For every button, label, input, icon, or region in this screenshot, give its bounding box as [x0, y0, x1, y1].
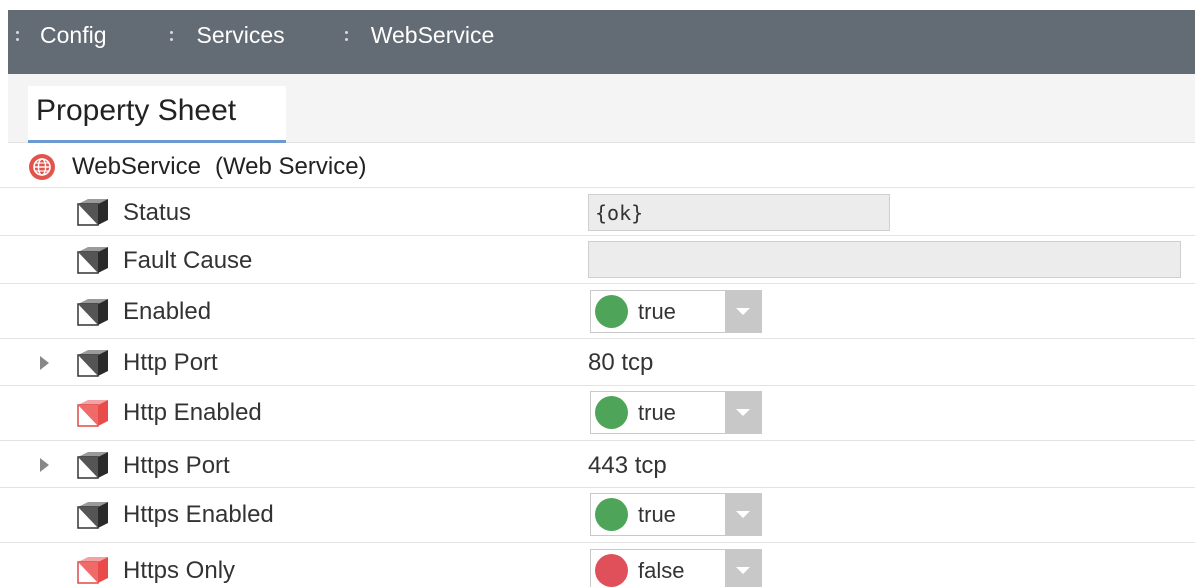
cube-gray-icon [77, 350, 108, 377]
true-status-dot-icon [595, 295, 628, 328]
object-header[interactable]: WebService (Web Service) [0, 146, 1195, 188]
property-row-status: Status {ok} [0, 189, 1195, 236]
cube-red-icon [77, 400, 108, 427]
breadcrumb-label: Config [40, 21, 107, 48]
chevron-down-icon[interactable] [725, 550, 761, 587]
fault-cause-field [588, 241, 1181, 278]
select-value: true [638, 298, 676, 324]
property-row-https-only: Https Only false [0, 543, 1195, 587]
cube-gray-icon [77, 502, 108, 529]
property-row-http-enabled: Http Enabled true [0, 386, 1195, 441]
select-value: true [638, 501, 676, 527]
breadcrumb-item-webservice[interactable]: WebService [333, 21, 495, 48]
https-port-value: 443 tcp [588, 452, 667, 479]
cube-red-icon [77, 557, 108, 584]
cube-gray-icon [77, 199, 108, 226]
breadcrumb-separator-icon [170, 25, 174, 45]
expand-arrow-icon[interactable] [40, 356, 49, 370]
breadcrumb-separator-icon [344, 25, 349, 45]
true-status-dot-icon [595, 396, 628, 429]
expand-arrow-icon[interactable] [40, 458, 49, 472]
object-title: WebService (Web Service) [72, 153, 367, 181]
cube-gray-icon [77, 452, 108, 479]
breadcrumb-item-services[interactable]: Services [158, 21, 285, 48]
breadcrumb-label: Services [196, 21, 285, 48]
cube-gray-icon [77, 247, 108, 274]
http-port-value: 80 tcp [588, 349, 654, 376]
http-enabled-select[interactable]: true [590, 391, 762, 434]
breadcrumb-label: WebService [370, 21, 495, 48]
chevron-down-icon[interactable] [725, 291, 761, 332]
property-row-enabled: Enabled true [0, 284, 1195, 339]
property-label: Https Only [123, 557, 236, 584]
breadcrumb-separator-icon [16, 25, 20, 45]
true-status-dot-icon [595, 498, 628, 531]
select-value: true [638, 399, 676, 425]
enabled-select[interactable]: true [590, 290, 762, 333]
property-row-https-port: Https Port 443 tcp [0, 441, 1195, 488]
property-row-fault-cause: Fault Cause [0, 236, 1195, 284]
https-enabled-select[interactable]: true [590, 493, 762, 536]
property-label: Http Port [123, 349, 218, 376]
object-type: (Web Service) [214, 153, 367, 180]
select-value: false [638, 557, 685, 583]
globe-icon [29, 154, 55, 180]
breadcrumb: Config Services WebService [8, 10, 1195, 74]
property-label: Fault Cause [123, 247, 253, 274]
cube-gray-icon [77, 299, 108, 326]
property-label: Https Port [123, 452, 230, 479]
property-label: Enabled [123, 298, 212, 325]
chevron-down-icon[interactable] [725, 494, 761, 535]
property-label: Http Enabled [123, 399, 262, 426]
object-name: WebService [72, 153, 201, 180]
tab-strip: Property Sheet [8, 74, 1195, 143]
property-row-https-enabled: Https Enabled true [0, 488, 1195, 543]
status-field: {ok} [588, 194, 890, 231]
property-row-http-port: Http Port 80 tcp [0, 339, 1195, 386]
property-label: Status [123, 199, 192, 226]
false-status-dot-icon [595, 554, 628, 587]
tab-property-sheet[interactable]: Property Sheet [28, 86, 286, 143]
chevron-down-icon[interactable] [725, 392, 761, 433]
https-only-select[interactable]: false [590, 549, 762, 587]
property-label: Https Enabled [123, 501, 274, 528]
breadcrumb-item-config[interactable]: Config [8, 22, 106, 48]
